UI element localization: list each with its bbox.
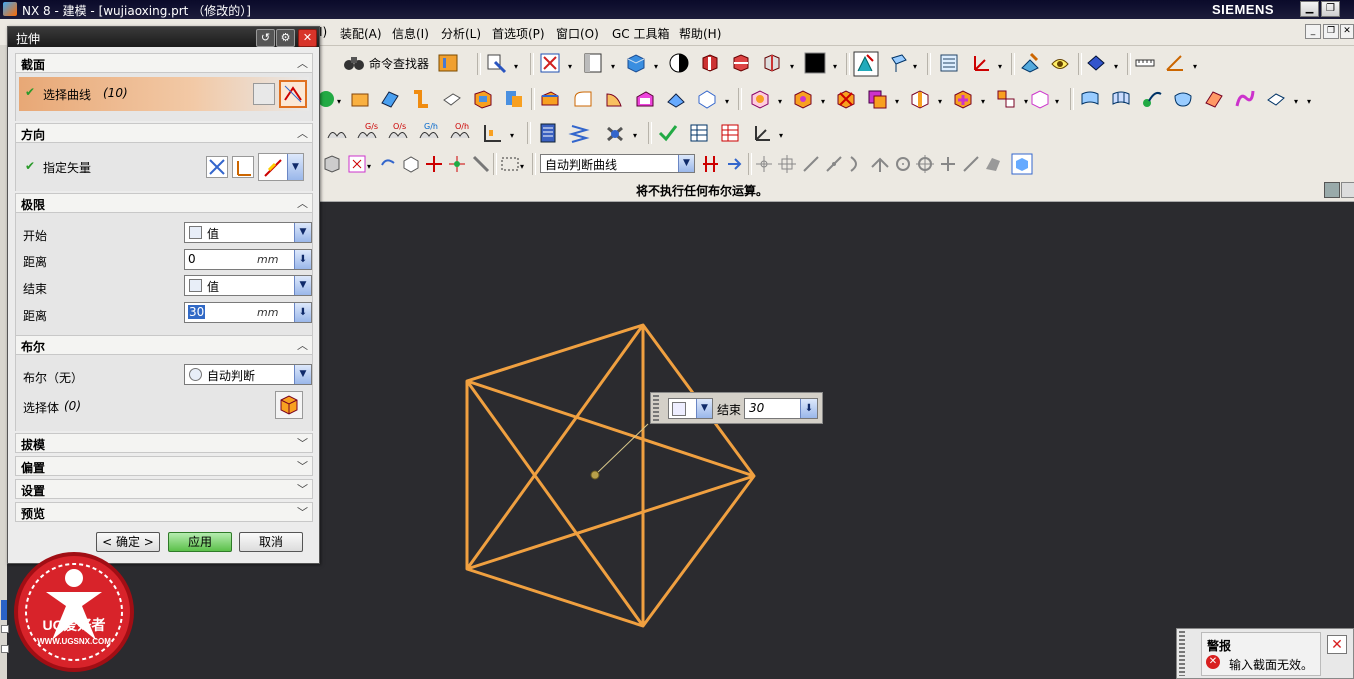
arrow-down-icon[interactable]: ⬇ — [800, 399, 817, 418]
select-body-label: 选择体 — [23, 401, 60, 415]
chevron-down-icon[interactable]: ▼ — [294, 223, 311, 242]
chevron-up-icon: ︿ — [297, 57, 308, 70]
close-icon[interactable]: ✕ — [1327, 635, 1347, 654]
end-distance-value: 30 — [188, 305, 206, 319]
chevron-up-icon: ︿ — [297, 127, 308, 140]
chevron-down-icon: ﹀ — [297, 506, 308, 519]
select-body-count: (0) — [64, 399, 81, 413]
boolean-group-header[interactable]: 布尔 ︿ — [15, 335, 313, 355]
close-icon[interactable]: ✕ — [298, 29, 317, 47]
boolean-group-body: 布尔（无） 自动判断 ▼ 选择体 (0) — [15, 355, 313, 431]
onscreen-input: ▼ 结束 30 ⬇ — [650, 392, 823, 424]
start-distance-unit: mm — [257, 253, 279, 266]
cube-icon — [189, 226, 202, 239]
arrow-down-icon[interactable]: ⬇ — [294, 250, 311, 269]
limit-type-dropdown[interactable]: ▼ — [668, 398, 713, 419]
section-group-title: 截面 — [21, 58, 46, 72]
start-type-value: 值 — [207, 227, 220, 241]
settings-group-title: 设置 — [21, 484, 46, 498]
chevron-down-icon: ﹀ — [297, 460, 308, 473]
start-distance-label: 距离 — [23, 255, 48, 269]
draft-group-title: 拔模 — [21, 438, 46, 452]
reset-icon[interactable]: ↺ — [256, 29, 275, 47]
sketch-section-icon[interactable] — [253, 83, 275, 105]
reverse-direction-icon[interactable] — [206, 156, 228, 178]
direction-group-header[interactable]: 方向 ︿ — [15, 123, 313, 143]
curve-select-icon[interactable] — [279, 80, 307, 108]
dialog-title-bar[interactable]: 拉伸 ↺ ⚙ ✕ — [8, 27, 319, 47]
start-label: 开始 — [23, 229, 48, 243]
settings-group-header[interactable]: 设置 ﹀ — [15, 479, 313, 499]
select-curve-label: 选择曲线 — [43, 88, 92, 102]
offset-group-header[interactable]: 偏置 ﹀ — [15, 456, 313, 476]
cancel-button[interactable]: 取消 — [239, 532, 303, 552]
chevron-down-icon: ﹀ — [297, 437, 308, 450]
onscreen-end-value: 30 — [749, 401, 765, 415]
boolean-group-title: 布尔 — [21, 340, 46, 354]
end-distance-field[interactable]: 30 mm ⬇ — [184, 302, 312, 323]
chevron-down-icon: ﹀ — [297, 483, 308, 496]
error-icon: ✕ — [1206, 655, 1220, 669]
chevron-down-icon[interactable]: ▼ — [287, 154, 303, 180]
chevron-down-icon[interactable]: ▼ — [294, 276, 311, 295]
offset-group-title: 偏置 — [21, 461, 46, 475]
limits-group-body: 开始 值 ▼ 距离 0 mm ⬇ 结束 值 ▼ 距离 30 mm ⬇ — [15, 213, 313, 335]
origin-point-icon[interactable] — [590, 470, 600, 480]
limits-group-title: 极限 — [21, 198, 46, 212]
end-type-dropdown[interactable]: 值 ▼ — [184, 275, 312, 296]
drag-handle[interactable] — [1179, 631, 1185, 676]
chevron-down-icon[interactable]: ▼ — [294, 365, 311, 384]
section-group-header[interactable]: 截面 ︿ — [15, 53, 313, 73]
body-icon — [280, 395, 298, 415]
vector-icon — [264, 159, 282, 177]
onscreen-end-field[interactable]: 30 ⬇ — [744, 398, 818, 419]
alert-message: 输入截面无效。 — [1229, 658, 1314, 672]
start-distance-value: 0 — [188, 252, 196, 266]
chevron-up-icon: ︿ — [297, 197, 308, 210]
specify-vector-label: 指定矢量 — [43, 161, 92, 175]
check-icon: ✔ — [25, 85, 36, 99]
preview-group-header[interactable]: 预览 ﹀ — [15, 502, 313, 522]
vector-type-dropdown[interactable]: ▼ — [258, 153, 304, 181]
end-distance-unit: mm — [257, 306, 279, 319]
check-icon: ✔ — [25, 159, 36, 173]
select-body-button[interactable] — [275, 391, 303, 419]
end-distance-label: 距离 — [23, 309, 48, 323]
boolean-auto-icon — [189, 368, 202, 381]
select-curve-count: (10) — [103, 86, 128, 100]
end-label: 结束 — [23, 282, 48, 296]
boolean-label: 布尔（无） — [23, 371, 84, 385]
select-curve-row[interactable]: ✔ 选择曲线 (10) — [19, 77, 309, 111]
watermark-text: UG爱好者 — [43, 617, 106, 633]
arrow-down-icon[interactable]: ⬇ — [294, 303, 311, 322]
limits-group-header[interactable]: 极限 ︿ — [15, 193, 313, 213]
preview-group-title: 预览 — [21, 507, 46, 521]
alert-title: 警报 — [1207, 639, 1232, 653]
pentagon-wireframe — [465, 323, 756, 628]
dialog-title: 拉伸 — [16, 32, 41, 46]
end-type-value: 值 — [207, 280, 220, 294]
boolean-dropdown[interactable]: 自动判断 ▼ — [184, 364, 312, 385]
vector-dialog-icon[interactable] — [232, 156, 254, 178]
apply-button[interactable]: 应用 — [168, 532, 232, 552]
ugsnx-watermark-logo: UG爱好者 WWW.UGSNX.COM — [14, 552, 134, 672]
direction-group-body: ✔ 指定矢量 ▼ — [15, 143, 313, 191]
onscreen-end-label: 结束 — [717, 403, 742, 417]
chevron-up-icon: ︿ — [297, 339, 308, 352]
direction-group-title: 方向 — [21, 128, 46, 142]
start-distance-field[interactable]: 0 mm ⬇ — [184, 249, 312, 270]
cube-icon — [672, 402, 686, 416]
section-group-body: ✔ 选择曲线 (10) — [15, 73, 313, 121]
start-type-dropdown[interactable]: 值 ▼ — [184, 222, 312, 243]
alert-panel: 警报 ✕ 输入截面无效。 ✕ — [1176, 628, 1354, 679]
drag-handle[interactable] — [653, 395, 659, 421]
extrude-dialog: 拉伸 ↺ ⚙ ✕ 截面 ︿ ✔ 选择曲线 (10) 方向 ︿ ✔ 指定矢量 ▼ — [7, 26, 320, 564]
chevron-down-icon[interactable]: ▼ — [696, 399, 712, 418]
gear-icon[interactable]: ⚙ — [276, 29, 295, 47]
cube-icon — [189, 279, 202, 292]
draft-group-header[interactable]: 拔模 ﹀ — [15, 433, 313, 453]
watermark-url: WWW.UGSNX.COM — [37, 637, 111, 646]
boolean-value: 自动判断 — [207, 369, 256, 383]
